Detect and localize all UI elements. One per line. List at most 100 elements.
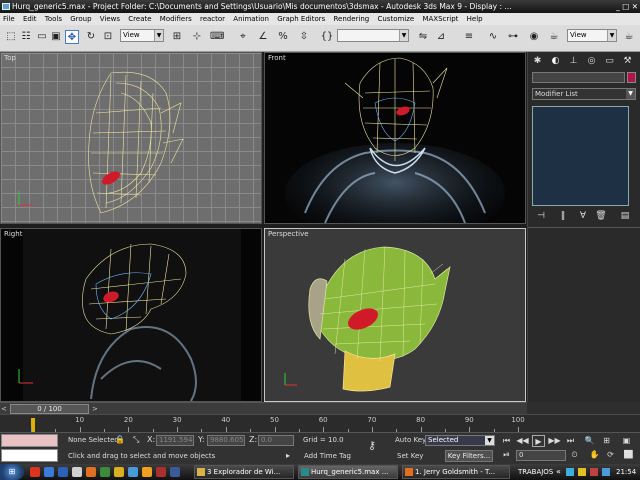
hierarchy-tab-icon[interactable]: ⊥ [567, 55, 580, 68]
menu-create[interactable]: Create [128, 15, 151, 23]
menu-customize[interactable]: Customize [377, 15, 414, 23]
angle-snap-icon[interactable]: ∠ [256, 30, 270, 44]
maxscript-listener-output[interactable] [1, 434, 58, 447]
select-and-rotate-icon[interactable]: ↻ [84, 30, 98, 44]
pan-icon[interactable]: ✋ [588, 449, 601, 461]
menu-maxscript[interactable]: MAXScript [422, 15, 458, 23]
make-unique-icon[interactable]: ∀ [576, 210, 590, 223]
select-and-scale-icon[interactable]: ⊡ [101, 30, 115, 44]
quicklaunch-folder-icon[interactable] [114, 467, 124, 477]
show-end-result-icon[interactable]: ‖ [556, 210, 570, 223]
select-and-move-icon[interactable]: ✥ [65, 30, 79, 44]
auto-key-button[interactable]: Auto Key [395, 434, 426, 446]
next-frame-icon[interactable]: ▶▶ [548, 435, 561, 447]
key-icon[interactable]: ⚷ [368, 440, 376, 452]
maxscript-listener-input[interactable] [1, 449, 58, 462]
tray-network-icon[interactable] [566, 468, 574, 476]
previous-frame-icon[interactable]: ◀◀ [516, 435, 529, 447]
tray-collapse-icon[interactable]: « [556, 464, 561, 480]
key-mode-toggle-icon[interactable]: ⏯ [500, 449, 513, 461]
quicklaunch-3dsmax-icon[interactable] [156, 467, 166, 477]
arc-rotate-icon[interactable]: ⟳ [604, 449, 617, 461]
viewport-front[interactable]: Front [264, 52, 526, 224]
y-coord-field[interactable]: 9880.605 [207, 435, 245, 446]
time-tag-icon[interactable]: ▸ [286, 450, 290, 462]
menu-help[interactable]: Help [467, 15, 483, 23]
zoom-extents-icon[interactable]: ▣ [620, 435, 633, 447]
menu-file[interactable]: File [3, 15, 15, 23]
time-config-icon[interactable]: ⏲ [568, 449, 581, 461]
menu-edit[interactable]: Edit [23, 15, 37, 23]
close-icon[interactable]: ✕ [632, 2, 638, 11]
tray-label[interactable]: TRABAJOS [518, 464, 553, 480]
spinner-snap-icon[interactable]: ⇳ [297, 30, 311, 44]
key-mode-select[interactable]: Selected ▼ [425, 435, 495, 446]
create-tab-icon[interactable]: ✱ [531, 55, 544, 68]
tray-security-icon[interactable] [578, 468, 586, 476]
render-type-select[interactable]: View ▼ [567, 29, 617, 42]
absolute-mode-icon[interactable]: ⤡ [133, 434, 139, 446]
go-to-end-icon[interactable]: ⏭ [564, 435, 577, 447]
rect-select-region-icon[interactable]: ▭ [35, 30, 49, 44]
viewport-perspective[interactable]: Perspective [264, 228, 526, 402]
window-crossing-icon[interactable]: ▣ [49, 30, 63, 44]
quicklaunch-app-icon[interactable] [100, 467, 110, 477]
pivot-center-icon[interactable]: ⊞ [170, 30, 184, 44]
key-filters-button[interactable]: Key Filters... [445, 450, 493, 462]
menu-group[interactable]: Group [70, 15, 91, 23]
lock-selection-icon[interactable]: 🔒 [115, 434, 125, 446]
viewport-label-front[interactable]: Front [268, 54, 286, 62]
keyboard-shortcut-icon[interactable]: ⌨ [210, 30, 224, 44]
quicklaunch-firefox-icon[interactable] [142, 467, 152, 477]
zoom-all-icon[interactable]: ⊞ [600, 435, 613, 447]
configure-modifier-sets-icon[interactable]: ▤ [618, 210, 632, 223]
track-bar[interactable]: 10 20 30 40 50 60 70 80 90 100 [0, 414, 527, 432]
clock[interactable]: 21:54 [616, 464, 636, 480]
window-controls[interactable]: _ □ ✕ [604, 0, 638, 13]
modifier-list-select[interactable]: Modifier List ▼ [532, 88, 636, 100]
x-coord-field[interactable]: 1191.594 [156, 435, 194, 446]
z-coord-field[interactable]: 0.0 [258, 435, 294, 446]
menu-views[interactable]: Views [100, 15, 120, 23]
select-by-name-icon[interactable]: ☷ [19, 30, 33, 44]
time-slider-thumb[interactable]: 0 / 100 [10, 404, 89, 414]
current-frame-field[interactable]: 0 [516, 450, 566, 461]
pin-stack-icon[interactable]: ⊣ [534, 210, 548, 223]
viewport-top[interactable]: Top [0, 52, 262, 224]
select-manipulate-icon[interactable]: ⊹ [190, 30, 204, 44]
quicklaunch-ie-icon[interactable] [44, 467, 54, 477]
set-key-button[interactable]: Set Key [397, 450, 423, 462]
reference-coordinate-select[interactable]: View ▼ [120, 29, 164, 42]
motion-tab-icon[interactable]: ◎ [585, 55, 598, 68]
menu-rendering[interactable]: Rendering [334, 15, 370, 23]
menu-modifiers[interactable]: Modifiers [160, 15, 192, 23]
minimize-icon[interactable]: _ [616, 2, 620, 11]
render-scene-icon[interactable]: ☕ [547, 30, 561, 44]
named-selection-sets[interactable]: ▼ [337, 29, 409, 42]
go-to-start-icon[interactable]: ⏮ [500, 435, 513, 447]
play-icon[interactable]: ▶ [532, 435, 545, 447]
modifier-stack[interactable] [532, 106, 629, 206]
menu-graph-editors[interactable]: Graph Editors [277, 15, 325, 23]
quicklaunch-desktop-icon[interactable] [58, 467, 68, 477]
menu-reactor[interactable]: reactor [200, 15, 225, 23]
select-object-icon[interactable]: ⬚ [4, 30, 18, 44]
viewport-right[interactable]: Right [0, 228, 262, 402]
maximize-icon[interactable]: □ [622, 2, 629, 11]
menu-tools[interactable]: Tools [45, 15, 62, 23]
task-media-player[interactable]: 1. Jerry Goldsmith - T... [402, 465, 510, 479]
material-editor-icon[interactable]: ◉ [527, 30, 541, 44]
percent-snap-icon[interactable]: % [276, 30, 290, 44]
viewport-label-right[interactable]: Right [4, 230, 22, 238]
curve-editor-icon[interactable]: ∿ [486, 30, 500, 44]
viewport-label-perspective[interactable]: Perspective [268, 230, 309, 238]
time-slider[interactable]: < 0 / 100 > [0, 402, 527, 414]
quick-render-icon[interactable]: ☕ [622, 30, 636, 44]
quicklaunch-media-icon[interactable] [86, 467, 96, 477]
display-tab-icon[interactable]: ▭ [603, 55, 616, 68]
edit-named-selection-icon[interactable]: {} [320, 30, 334, 44]
remove-modifier-icon[interactable]: 🗑 [594, 210, 608, 223]
add-time-tag[interactable]: Add Time Tag [304, 450, 351, 462]
modify-tab-icon[interactable]: ◐ [549, 55, 562, 68]
mirror-icon[interactable]: ⇋ [416, 30, 430, 44]
